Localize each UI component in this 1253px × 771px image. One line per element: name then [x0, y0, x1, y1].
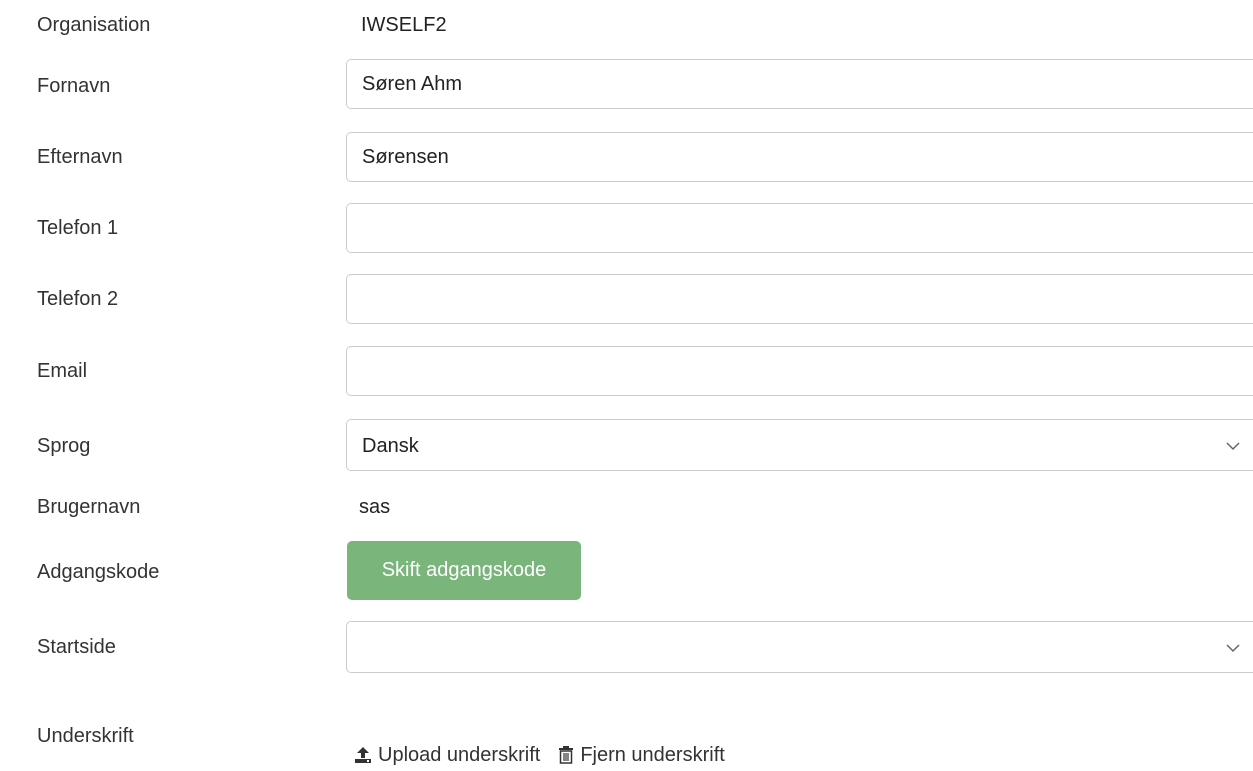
sprog-label: Sprog	[37, 435, 91, 457]
sprog-selected-value: Dansk	[362, 435, 419, 457]
brugernavn-label: Brugernavn	[37, 496, 141, 518]
signature-actions: Upload underskrift Fjern underskrift	[354, 742, 725, 768]
startside-select[interactable]	[346, 621, 1253, 673]
user-profile-form: Organisation IWSELF2 Fornavn Efternavn T…	[0, 0, 1253, 771]
startside-label: Startside	[37, 636, 116, 658]
change-password-button[interactable]: Skift adgangskode	[347, 541, 581, 600]
chevron-down-icon	[1226, 442, 1240, 451]
trash-icon	[559, 746, 574, 764]
upload-icon	[355, 747, 371, 763]
fornavn-label: Fornavn	[37, 75, 111, 97]
telefon2-label: Telefon 2	[37, 288, 119, 310]
organisation-label: Organisation	[37, 14, 151, 36]
sprog-select[interactable]: Dansk	[346, 419, 1253, 471]
organisation-value: IWSELF2	[361, 14, 447, 36]
upload-signature-link[interactable]: Upload underskrift	[354, 742, 540, 768]
underskrift-label: Underskrift	[37, 725, 134, 747]
adgangskode-label: Adgangskode	[37, 561, 160, 583]
efternavn-label: Efternavn	[37, 146, 123, 168]
email-label: Email	[37, 360, 88, 382]
fornavn-input[interactable]	[346, 59, 1253, 109]
efternavn-input[interactable]	[346, 132, 1253, 182]
upload-signature-label: Upload underskrift	[378, 744, 541, 766]
remove-signature-link[interactable]: Fjern underskrift	[558, 742, 725, 768]
brugernavn-value: sas	[359, 496, 391, 518]
email-input[interactable]	[346, 346, 1253, 396]
telefon2-input[interactable]	[346, 274, 1253, 324]
telefon1-label: Telefon 1	[37, 217, 119, 239]
chevron-down-icon	[1226, 644, 1240, 653]
telefon1-input[interactable]	[346, 203, 1253, 253]
remove-signature-label: Fjern underskrift	[580, 744, 725, 766]
